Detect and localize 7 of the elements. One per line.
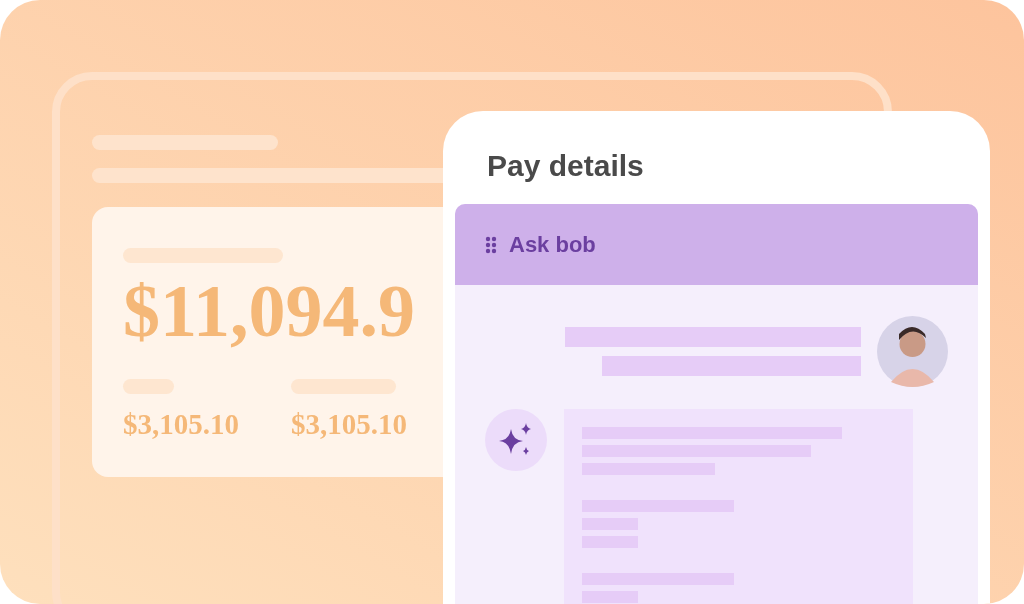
chat-title: Ask bob <box>509 231 596 259</box>
drag-handle-icon <box>485 235 497 254</box>
sub-amount: $3,105.10 <box>123 408 239 440</box>
amount: $11,094.9 <box>123 269 416 353</box>
panel-title: Pay details <box>487 149 645 183</box>
sub-amount: $3,105.10 <box>291 408 407 440</box>
avatar <box>877 316 948 387</box>
